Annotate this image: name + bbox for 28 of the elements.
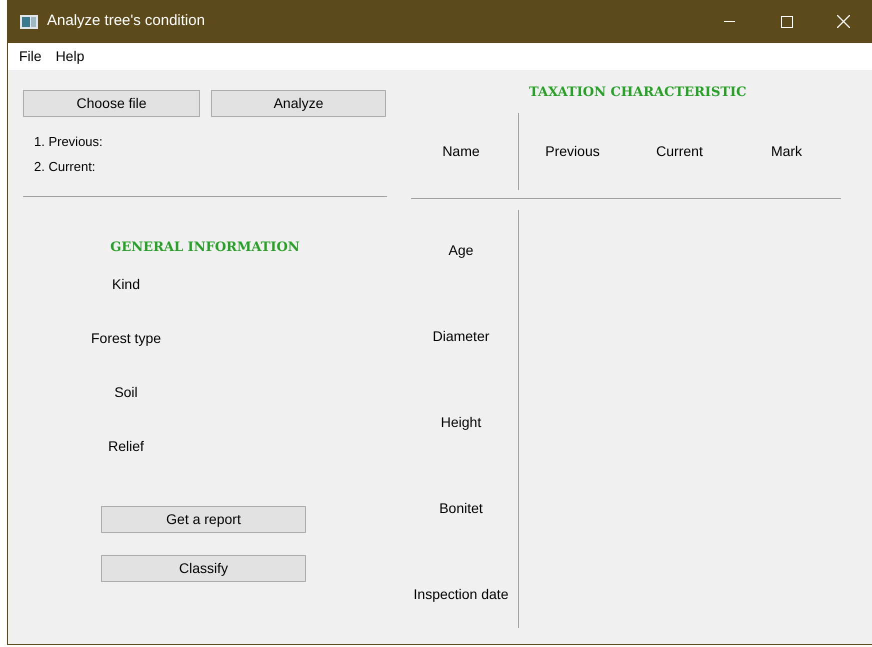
column-header: Previous (544, 142, 601, 160)
row-label: Bonitet (439, 498, 483, 518)
menu-item[interactable]: Help (56, 46, 84, 67)
file-label: 2. Current: (34, 158, 96, 176)
maximize-icon (780, 16, 792, 28)
field-label: Relief (108, 436, 144, 456)
section-title: TAXATION CHARACTERISTIC (529, 84, 748, 102)
field-label: Forest type (90, 328, 162, 348)
field-label: Kind (112, 274, 140, 294)
column-header: Mark (770, 142, 804, 160)
row-label: Height (440, 412, 482, 432)
push-button[interactable]: Get a report (101, 506, 306, 532)
column-header: Name (441, 142, 481, 160)
push-button[interactable]: Analyze (211, 90, 386, 117)
close-icon (837, 15, 850, 28)
app-icon (20, 14, 38, 28)
field-label: Soil (114, 382, 138, 402)
row-label: Diameter (432, 326, 490, 346)
push-button[interactable]: Classify (101, 554, 306, 582)
row-label: Age (448, 240, 474, 260)
column-header: Current (655, 142, 704, 160)
push-button[interactable]: Choose file (23, 90, 200, 117)
file-label: 1. Previous: (34, 133, 104, 151)
menu-item[interactable]: File (19, 46, 42, 67)
minimize-icon (724, 21, 735, 22)
window-title: Analyze tree's condition (47, 11, 205, 32)
section-title: GENERAL INFORMATION (109, 239, 301, 257)
row-label: Inspection date (414, 584, 508, 604)
